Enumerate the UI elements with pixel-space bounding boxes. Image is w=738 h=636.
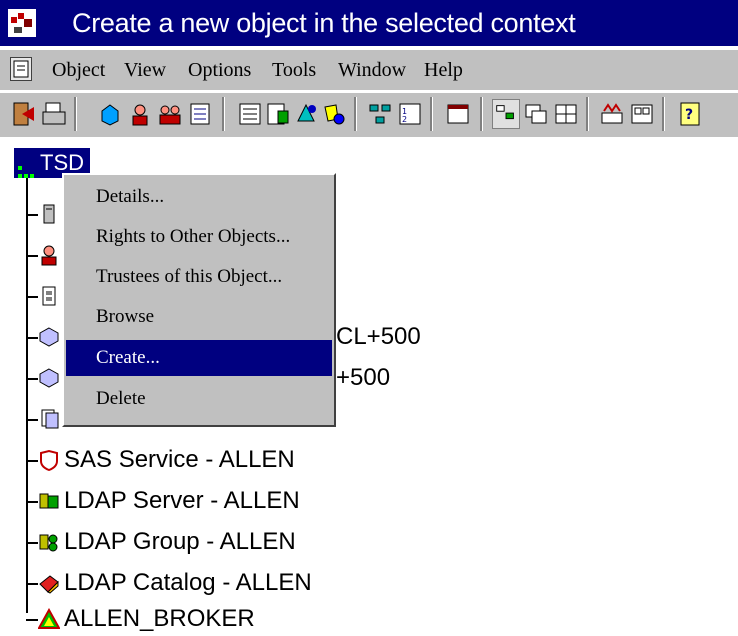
menu-options[interactable]: Options [188,59,251,82]
chart-icon[interactable] [598,99,626,129]
server-icon [38,203,60,225]
menu-item-trustees-of-this-object[interactable]: Trustees of this Object... [66,259,332,295]
menu-window[interactable]: Window [338,59,406,82]
menu-object[interactable]: Object [52,59,105,82]
details-icon[interactable] [236,99,264,129]
menu-item-details[interactable]: Details... [66,179,332,215]
tile-icon[interactable] [552,99,580,129]
tree-item-suffix: CL+500 [336,323,421,350]
svg-text:2: 2 [402,115,407,124]
organization-icon [18,158,34,178]
volume-icon [38,326,60,348]
window-title: Create a new object in the selected cont… [72,8,576,38]
window-icon[interactable] [444,99,472,129]
context-menu: Details... Rights to Other Objects... Tr… [62,173,336,427]
ldap-catalog-icon [38,572,60,594]
menu-item-delete[interactable]: Delete [66,381,332,417]
partition-icon[interactable] [366,99,394,129]
tree-item-label: LDAP Server - ALLEN [64,487,300,514]
menu-bar: Object View Options Tools Window Help [0,50,738,90]
tree-root-label: TSD [40,150,84,175]
tree-view-icon[interactable] [492,99,520,129]
menu-item-rights-to-other-objects[interactable]: Rights to Other Objects... [66,219,332,255]
tree-connector [26,178,28,613]
sas-service-icon [38,449,60,472]
document-icon [38,408,60,430]
browse-icon[interactable] [292,99,320,129]
tree-item-label: SAS Service - ALLEN [64,446,295,473]
ldap-server-icon [38,490,60,512]
user-icon[interactable] [126,99,154,129]
cascade-icon[interactable] [522,99,550,129]
broker-icon [37,607,61,630]
menu-help[interactable]: Help [424,59,463,82]
rights-icon[interactable] [264,99,292,129]
user-icon [38,244,60,266]
tree-item-label: LDAP Group - ALLEN [64,528,296,555]
svg-text:?: ? [685,107,693,123]
container-icon[interactable] [96,99,124,129]
numbered-list-icon[interactable]: 12 [396,99,424,129]
ldap-group-icon [38,531,60,553]
title-bar: Create a new object in the selected cont… [0,0,738,46]
tree-item-label: ALLEN_BROKER [64,605,255,632]
list-icon[interactable] [186,99,214,129]
print-icon[interactable] [40,99,68,129]
tree-item-suffix: +500 [336,364,391,391]
menu-view[interactable]: View [124,59,166,82]
exit-icon[interactable] [10,99,38,129]
volume-icon [38,285,60,307]
search-icon[interactable] [320,99,348,129]
menu-item-create[interactable]: Create... [66,340,332,376]
help-icon[interactable]: ? [676,99,704,129]
group-icon[interactable] [156,99,184,129]
console-icon[interactable] [628,99,656,129]
menu-item-browse[interactable]: Browse [66,299,332,335]
menu-tools[interactable]: Tools [272,59,316,82]
app-icon[interactable] [8,9,36,37]
volume-icon [38,367,60,389]
system-menu-icon[interactable] [10,57,32,81]
toolbar: 12 ? [0,92,738,137]
tree-item-label: LDAP Catalog - ALLEN [64,569,312,596]
